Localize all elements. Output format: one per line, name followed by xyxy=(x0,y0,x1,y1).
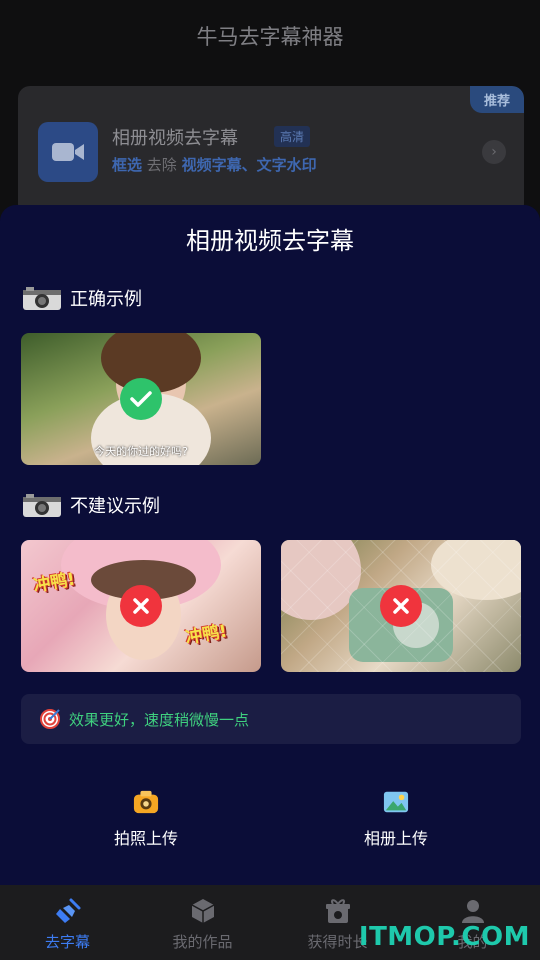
broom-icon xyxy=(55,898,80,923)
correct-example-heading: 正确示例 xyxy=(22,285,142,311)
chevron-right-icon[interactable]: › xyxy=(482,140,506,164)
sticker-text-right: 冲鸭! xyxy=(184,621,229,649)
sticker-text-left: 冲鸭! xyxy=(32,569,77,597)
app-title: 牛马去字幕神器 xyxy=(196,25,344,49)
incorrect-example-image-stickers: 冲鸭! 冲鸭! xyxy=(21,540,261,672)
album-upload-button[interactable]: 相册上传 xyxy=(326,789,466,849)
user-icon xyxy=(461,900,484,923)
tab-remove-subtitle[interactable]: 去字幕 xyxy=(0,885,135,960)
camera-upload-button[interactable]: 拍照上传 xyxy=(76,789,216,849)
album-upload-label: 相册上传 xyxy=(363,829,428,848)
tab-label: 去字幕 xyxy=(44,933,90,951)
site-watermark: ITMOP.COM xyxy=(358,922,530,952)
camera-upload-icon xyxy=(133,790,159,814)
correct-example-image: 今天的你过的好吗? xyxy=(21,333,261,465)
cross-icon xyxy=(120,585,162,627)
box-icon xyxy=(191,899,214,923)
video-camera-icon xyxy=(38,122,98,182)
quality-tip: 效果更好，速度稍微慢一点 xyxy=(21,694,521,744)
camera-upload-label: 拍照上传 xyxy=(113,829,178,848)
photo-album-icon xyxy=(383,791,409,813)
feature-sub-select: 框选 xyxy=(112,156,143,174)
tip-text: 效果更好，速度稍微慢一点 xyxy=(69,710,250,729)
checkmark-icon xyxy=(120,378,162,420)
feature-title: 相册视频去字幕 xyxy=(112,128,238,149)
hd-tag: 高清 xyxy=(274,126,311,147)
correct-example-label: 正确示例 xyxy=(70,289,142,310)
bottom-sheet: 相册视频去字幕 正确示例 今天的你过的好吗? 不建议示例 冲鸭! 冲鸭! 效果更… xyxy=(0,205,540,885)
gift-icon xyxy=(325,899,350,923)
cross-icon xyxy=(380,585,422,627)
incorrect-example-label: 不建议示例 xyxy=(70,496,160,517)
feature-sub-remove: 去除 xyxy=(142,156,182,174)
camera-icon xyxy=(23,287,61,310)
incorrect-example-image-watermark xyxy=(281,540,521,672)
tab-my-works[interactable]: 我的作品 xyxy=(135,885,270,960)
feature-subtitle: 框选 去除 视频字幕、文字水印 xyxy=(112,154,317,175)
feature-card-video-subtitle-removal[interactable]: 推荐 相册视频去字幕 高清 框选 去除 视频字幕、文字水印 › xyxy=(18,86,524,216)
sheet-title: 相册视频去字幕 xyxy=(186,227,354,255)
incorrect-example-heading: 不建议示例 xyxy=(22,492,160,518)
recommended-badge: 推荐 xyxy=(470,86,524,113)
target-icon xyxy=(40,709,60,729)
feature-sub-targets: 视频字幕、文字水印 xyxy=(181,156,317,174)
example-subtitle-text: 今天的你过的好吗? xyxy=(94,445,188,458)
tab-label: 我的作品 xyxy=(172,933,233,951)
camera-icon xyxy=(23,494,61,517)
